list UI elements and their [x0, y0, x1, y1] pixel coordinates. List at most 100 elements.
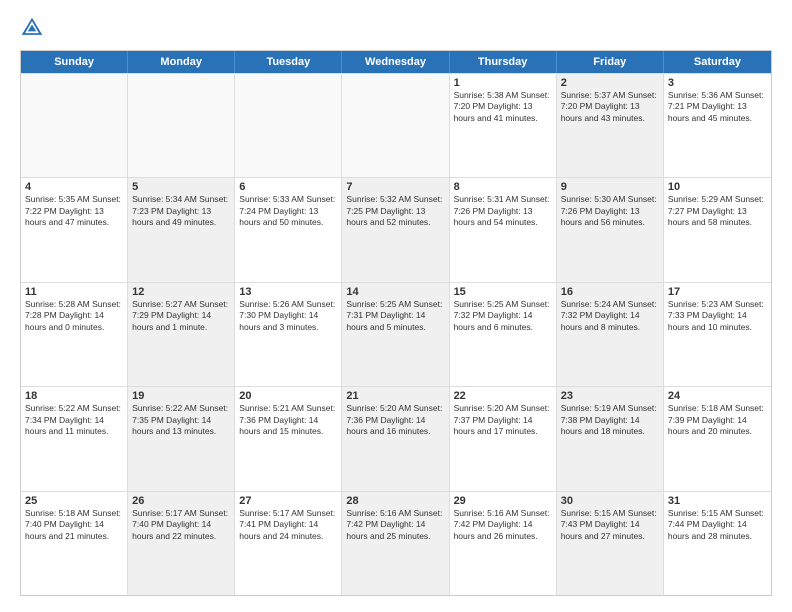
cell-text: Sunrise: 5:26 AM Sunset: 7:30 PM Dayligh…: [239, 299, 337, 333]
day-number: 16: [561, 286, 659, 298]
cal-cell: 14Sunrise: 5:25 AM Sunset: 7:31 PM Dayli…: [342, 283, 449, 386]
day-number: 29: [454, 495, 552, 507]
cell-text: Sunrise: 5:28 AM Sunset: 7:28 PM Dayligh…: [25, 299, 123, 333]
day-number: 19: [132, 390, 230, 402]
logo-icon: [20, 16, 44, 40]
day-number: 4: [25, 181, 123, 193]
cal-cell: 12Sunrise: 5:27 AM Sunset: 7:29 PM Dayli…: [128, 283, 235, 386]
cell-text: Sunrise: 5:19 AM Sunset: 7:38 PM Dayligh…: [561, 403, 659, 437]
cal-header-thursday: Thursday: [450, 51, 557, 73]
cal-cell: 27Sunrise: 5:17 AM Sunset: 7:41 PM Dayli…: [235, 492, 342, 595]
cell-text: Sunrise: 5:33 AM Sunset: 7:24 PM Dayligh…: [239, 194, 337, 228]
cal-cell: 20Sunrise: 5:21 AM Sunset: 7:36 PM Dayli…: [235, 387, 342, 490]
cell-text: Sunrise: 5:21 AM Sunset: 7:36 PM Dayligh…: [239, 403, 337, 437]
day-number: 7: [346, 181, 444, 193]
cal-cell: 8Sunrise: 5:31 AM Sunset: 7:26 PM Daylig…: [450, 178, 557, 281]
cal-cell: 1Sunrise: 5:38 AM Sunset: 7:20 PM Daylig…: [450, 74, 557, 177]
cell-text: Sunrise: 5:38 AM Sunset: 7:20 PM Dayligh…: [454, 90, 552, 124]
day-number: 28: [346, 495, 444, 507]
cal-cell: 15Sunrise: 5:25 AM Sunset: 7:32 PM Dayli…: [450, 283, 557, 386]
cal-cell: 16Sunrise: 5:24 AM Sunset: 7:32 PM Dayli…: [557, 283, 664, 386]
cell-text: Sunrise: 5:32 AM Sunset: 7:25 PM Dayligh…: [346, 194, 444, 228]
cal-cell: 6Sunrise: 5:33 AM Sunset: 7:24 PM Daylig…: [235, 178, 342, 281]
cal-row-1: 4Sunrise: 5:35 AM Sunset: 7:22 PM Daylig…: [21, 177, 771, 281]
day-number: 9: [561, 181, 659, 193]
cal-cell: 21Sunrise: 5:20 AM Sunset: 7:36 PM Dayli…: [342, 387, 449, 490]
cal-cell: 23Sunrise: 5:19 AM Sunset: 7:38 PM Dayli…: [557, 387, 664, 490]
cell-text: Sunrise: 5:20 AM Sunset: 7:37 PM Dayligh…: [454, 403, 552, 437]
day-number: 13: [239, 286, 337, 298]
day-number: 17: [668, 286, 767, 298]
cal-header-monday: Monday: [128, 51, 235, 73]
cal-cell: 17Sunrise: 5:23 AM Sunset: 7:33 PM Dayli…: [664, 283, 771, 386]
cell-text: Sunrise: 5:30 AM Sunset: 7:26 PM Dayligh…: [561, 194, 659, 228]
day-number: 8: [454, 181, 552, 193]
cell-text: Sunrise: 5:16 AM Sunset: 7:42 PM Dayligh…: [346, 508, 444, 542]
day-number: 23: [561, 390, 659, 402]
day-number: 14: [346, 286, 444, 298]
cal-header-tuesday: Tuesday: [235, 51, 342, 73]
cell-text: Sunrise: 5:23 AM Sunset: 7:33 PM Dayligh…: [668, 299, 767, 333]
day-number: 5: [132, 181, 230, 193]
cell-text: Sunrise: 5:17 AM Sunset: 7:40 PM Dayligh…: [132, 508, 230, 542]
day-number: 21: [346, 390, 444, 402]
cal-cell: 4Sunrise: 5:35 AM Sunset: 7:22 PM Daylig…: [21, 178, 128, 281]
day-number: 3: [668, 77, 767, 89]
day-number: 20: [239, 390, 337, 402]
cal-cell: 28Sunrise: 5:16 AM Sunset: 7:42 PM Dayli…: [342, 492, 449, 595]
page: SundayMondayTuesdayWednesdayThursdayFrid…: [0, 0, 792, 612]
cell-text: Sunrise: 5:17 AM Sunset: 7:41 PM Dayligh…: [239, 508, 337, 542]
header: [20, 16, 772, 40]
cell-text: Sunrise: 5:22 AM Sunset: 7:34 PM Dayligh…: [25, 403, 123, 437]
day-number: 2: [561, 77, 659, 89]
cell-text: Sunrise: 5:15 AM Sunset: 7:44 PM Dayligh…: [668, 508, 767, 542]
cell-text: Sunrise: 5:22 AM Sunset: 7:35 PM Dayligh…: [132, 403, 230, 437]
cell-text: Sunrise: 5:20 AM Sunset: 7:36 PM Dayligh…: [346, 403, 444, 437]
cell-text: Sunrise: 5:27 AM Sunset: 7:29 PM Dayligh…: [132, 299, 230, 333]
day-number: 25: [25, 495, 123, 507]
calendar: SundayMondayTuesdayWednesdayThursdayFrid…: [20, 50, 772, 596]
cell-text: Sunrise: 5:16 AM Sunset: 7:42 PM Dayligh…: [454, 508, 552, 542]
cell-text: Sunrise: 5:25 AM Sunset: 7:32 PM Dayligh…: [454, 299, 552, 333]
day-number: 31: [668, 495, 767, 507]
cal-cell: 24Sunrise: 5:18 AM Sunset: 7:39 PM Dayli…: [664, 387, 771, 490]
cal-header-saturday: Saturday: [664, 51, 771, 73]
cal-row-4: 25Sunrise: 5:18 AM Sunset: 7:40 PM Dayli…: [21, 491, 771, 595]
day-number: 22: [454, 390, 552, 402]
cal-row-0: 1Sunrise: 5:38 AM Sunset: 7:20 PM Daylig…: [21, 73, 771, 177]
cal-cell: 2Sunrise: 5:37 AM Sunset: 7:20 PM Daylig…: [557, 74, 664, 177]
day-number: 6: [239, 181, 337, 193]
day-number: 12: [132, 286, 230, 298]
day-number: 10: [668, 181, 767, 193]
cal-cell: 11Sunrise: 5:28 AM Sunset: 7:28 PM Dayli…: [21, 283, 128, 386]
calendar-header-row: SundayMondayTuesdayWednesdayThursdayFrid…: [21, 51, 771, 73]
cell-text: Sunrise: 5:25 AM Sunset: 7:31 PM Dayligh…: [346, 299, 444, 333]
cal-cell: 10Sunrise: 5:29 AM Sunset: 7:27 PM Dayli…: [664, 178, 771, 281]
cell-text: Sunrise: 5:24 AM Sunset: 7:32 PM Dayligh…: [561, 299, 659, 333]
cal-cell: [128, 74, 235, 177]
cal-row-3: 18Sunrise: 5:22 AM Sunset: 7:34 PM Dayli…: [21, 386, 771, 490]
day-number: 24: [668, 390, 767, 402]
cal-row-2: 11Sunrise: 5:28 AM Sunset: 7:28 PM Dayli…: [21, 282, 771, 386]
cal-cell: 31Sunrise: 5:15 AM Sunset: 7:44 PM Dayli…: [664, 492, 771, 595]
cal-cell: 3Sunrise: 5:36 AM Sunset: 7:21 PM Daylig…: [664, 74, 771, 177]
cell-text: Sunrise: 5:29 AM Sunset: 7:27 PM Dayligh…: [668, 194, 767, 228]
cal-header-wednesday: Wednesday: [342, 51, 449, 73]
cell-text: Sunrise: 5:31 AM Sunset: 7:26 PM Dayligh…: [454, 194, 552, 228]
cell-text: Sunrise: 5:18 AM Sunset: 7:39 PM Dayligh…: [668, 403, 767, 437]
day-number: 11: [25, 286, 123, 298]
cal-cell: 25Sunrise: 5:18 AM Sunset: 7:40 PM Dayli…: [21, 492, 128, 595]
cal-cell: 9Sunrise: 5:30 AM Sunset: 7:26 PM Daylig…: [557, 178, 664, 281]
cal-header-friday: Friday: [557, 51, 664, 73]
logo: [20, 16, 48, 40]
cal-cell: [21, 74, 128, 177]
cal-cell: 30Sunrise: 5:15 AM Sunset: 7:43 PM Dayli…: [557, 492, 664, 595]
day-number: 26: [132, 495, 230, 507]
cell-text: Sunrise: 5:36 AM Sunset: 7:21 PM Dayligh…: [668, 90, 767, 124]
cell-text: Sunrise: 5:35 AM Sunset: 7:22 PM Dayligh…: [25, 194, 123, 228]
day-number: 1: [454, 77, 552, 89]
cell-text: Sunrise: 5:37 AM Sunset: 7:20 PM Dayligh…: [561, 90, 659, 124]
cal-cell: 18Sunrise: 5:22 AM Sunset: 7:34 PM Dayli…: [21, 387, 128, 490]
cal-cell: [342, 74, 449, 177]
cal-cell: 26Sunrise: 5:17 AM Sunset: 7:40 PM Dayli…: [128, 492, 235, 595]
